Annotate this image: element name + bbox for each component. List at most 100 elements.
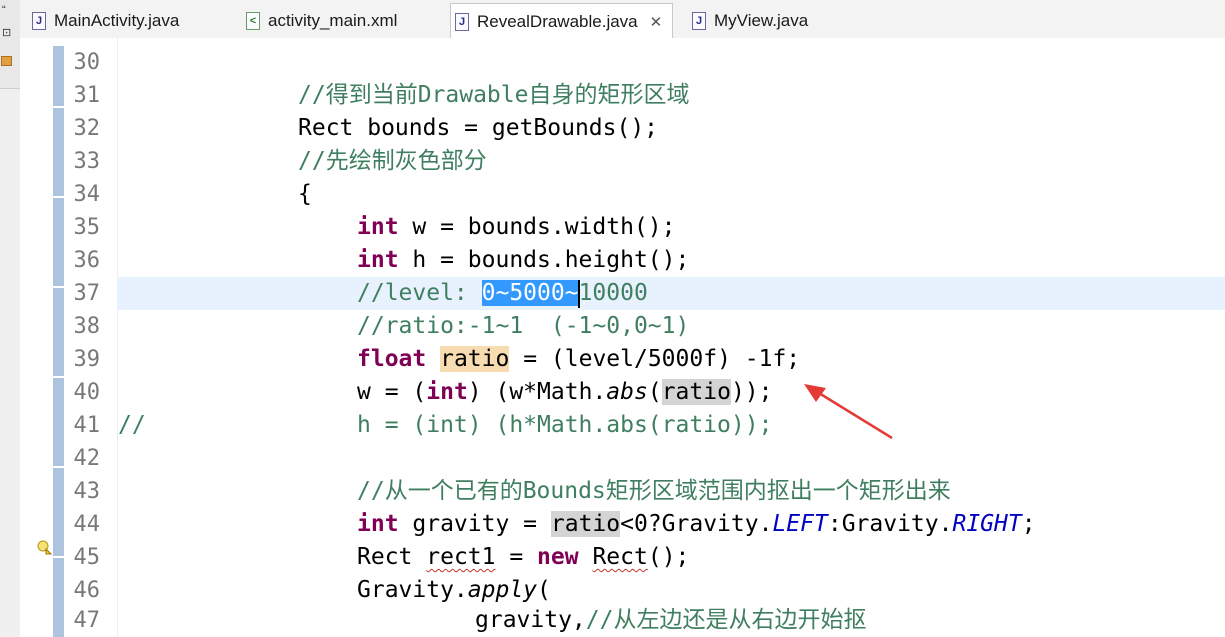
- code-fragment: w = bounds.width();: [398, 214, 676, 240]
- keyword: int: [357, 511, 399, 537]
- comment-text: //先绘制灰色部分: [298, 148, 487, 174]
- code-fragment: (: [537, 577, 551, 603]
- line-number: 34: [73, 182, 101, 207]
- code-line: 38 //ratio:-1~1 (-1~0,0~1): [20, 310, 1225, 343]
- line-number: 41: [73, 413, 101, 438]
- occurrence-highlight: ratio: [661, 379, 731, 405]
- line-number: 43: [73, 479, 101, 504]
- java-file-icon: [455, 13, 469, 31]
- occurrence-highlight: ratio: [440, 346, 510, 372]
- tab-activity-main-xml[interactable]: activity_main.xml: [246, 4, 397, 37]
- line-number: 31: [73, 83, 101, 108]
- tab-label: RevealDrawable.java: [477, 12, 638, 31]
- code-line: 31 //得到当前Drawable自身的矩形区域: [20, 79, 1225, 112]
- line-number: 32: [73, 116, 101, 141]
- java-file-icon: [32, 11, 46, 30]
- line-number: 35: [73, 215, 101, 240]
- code-fragment: w = (: [357, 379, 427, 405]
- code-line: 33 //先绘制灰色部分: [20, 145, 1225, 178]
- tab-myview[interactable]: MyView.java: [692, 4, 808, 37]
- line-number: 42: [73, 446, 101, 471]
- code-text: Rect bounds = getBounds();: [298, 115, 659, 141]
- method-name: apply: [467, 577, 538, 603]
- code-line: 30: [20, 46, 1225, 79]
- code-line: 47 gravity,//从左边还是从右边开始抠: [20, 604, 1225, 637]
- left-panel-strip: “ ⊡: [0, 0, 21, 637]
- method-name: abs: [606, 379, 648, 405]
- java-file-icon: [692, 11, 706, 30]
- occurrence-highlight: ratio: [550, 511, 621, 537]
- close-tab-icon[interactable]: ✕: [650, 13, 663, 31]
- folder-icon[interactable]: [1, 56, 12, 66]
- tab-mainactivity[interactable]: MainActivity.java: [32, 4, 179, 37]
- line-number: 45: [73, 545, 101, 570]
- line-number: 46: [73, 578, 101, 603]
- code-fragment: gravity =: [398, 511, 551, 537]
- code-line: 43 //从一个已有的Bounds矩形区域范围内抠出一个矩形出来: [20, 475, 1225, 508]
- code-line: 32 Rect bounds = getBounds();: [20, 112, 1225, 145]
- code-fragment: ) (w*Math.: [467, 379, 607, 405]
- keyword: int: [357, 247, 399, 273]
- line-number: 33: [73, 149, 101, 174]
- comment-text: //从左边还是从右边开始抠: [585, 607, 867, 633]
- view-menu-icon[interactable]: “: [2, 4, 6, 16]
- code-line: 36 int h = bounds.height();: [20, 244, 1225, 277]
- code-fragment: [579, 544, 593, 570]
- code-fragment: ;: [1021, 511, 1036, 537]
- editor-tab-bar: MainActivity.java activity_main.xml Reve…: [20, 0, 1225, 40]
- keyword: int: [426, 379, 468, 405]
- code-text: w = (int) (w*Math.abs(ratio));: [357, 376, 772, 409]
- code-text: Gravity.apply(: [357, 574, 551, 607]
- package-icon[interactable]: ⊡: [2, 26, 11, 39]
- code-line: 44 int gravity = ratio<0?Gravity.LEFT:Gr…: [20, 508, 1225, 541]
- code-fragment: 10000: [578, 280, 648, 306]
- minimized-view-toolbar[interactable]: “ ⊡: [0, 0, 20, 89]
- code-text: Rect rect1 = new Rect();: [357, 541, 689, 574]
- code-fragment: h = bounds.height();: [398, 247, 690, 273]
- code-text: float ratio = (level/5000f) -1f;: [357, 343, 800, 376]
- code-line: 39 float ratio = (level/5000f) -1f;: [20, 343, 1225, 376]
- code-fragment: Gravity.: [357, 577, 468, 603]
- code-fragment: //level:: [357, 280, 482, 306]
- code-line: 35 int w = bounds.width();: [20, 211, 1225, 244]
- line-number: 40: [73, 380, 101, 405]
- warning-underline: Rect: [592, 544, 648, 570]
- code-line: 34 {: [20, 178, 1225, 211]
- line-number: 47: [73, 608, 101, 633]
- tab-revealdrawable[interactable]: RevealDrawable.java ✕: [450, 3, 674, 40]
- comment-prefix: //: [118, 412, 146, 438]
- code-fragment: ));: [730, 379, 773, 405]
- code-fragment: :Gravity.: [827, 511, 953, 537]
- code-fragment: Rect: [357, 544, 427, 570]
- keyword: int: [357, 214, 399, 240]
- code-fragment: =: [495, 544, 538, 570]
- comment-text: h = (int) (h*Math.abs(ratio));: [357, 412, 773, 438]
- code-text: {: [298, 181, 312, 207]
- comment-text: //得到当前Drawable自身的矩形区域: [298, 82, 690, 108]
- line-number: 38: [73, 314, 101, 339]
- warning-underline: rect1: [426, 544, 496, 570]
- code-fragment: = (level/5000f) -1f;: [509, 346, 801, 372]
- line-number: 39: [73, 347, 101, 372]
- code-line: 37 //level: 0~5000~10000: [20, 277, 1225, 310]
- code-fragment: <0?Gravity.: [620, 511, 773, 537]
- static-field: LEFT: [772, 511, 828, 537]
- code-editor[interactable]: 30 31 //得到当前Drawable自身的矩形区域 32 Rect boun…: [20, 38, 1225, 637]
- comment-text: //ratio:-1~1 (-1~0,0~1): [357, 313, 690, 339]
- tab-label: activity_main.xml: [268, 10, 398, 30]
- code-fragment: ();: [647, 544, 690, 570]
- comment-text: //从一个已有的Bounds矩形区域范围内抠出一个矩形出来: [357, 478, 951, 504]
- code-line: 41 // h = (int) (h*Math.abs(ratio));: [20, 409, 1225, 442]
- line-number: 37: [73, 281, 101, 306]
- code-fragment: gravity,: [475, 607, 586, 633]
- text-selection[interactable]: 0~5000~: [481, 280, 579, 306]
- tab-label: MainActivity.java: [54, 10, 180, 30]
- code-text: int gravity = ratio<0?Gravity.LEFT:Gravi…: [357, 508, 1036, 541]
- line-number: 30: [73, 50, 101, 75]
- keyword: new: [537, 544, 579, 570]
- code-text: int w = bounds.width();: [357, 211, 676, 244]
- tab-label: MyView.java: [714, 10, 809, 30]
- code-line: 45 Rect rect1 = new Rect();: [20, 541, 1225, 574]
- code-line: 46 Gravity.apply(: [20, 574, 1225, 607]
- comment-text: //level: 0~5000~10000: [357, 277, 648, 310]
